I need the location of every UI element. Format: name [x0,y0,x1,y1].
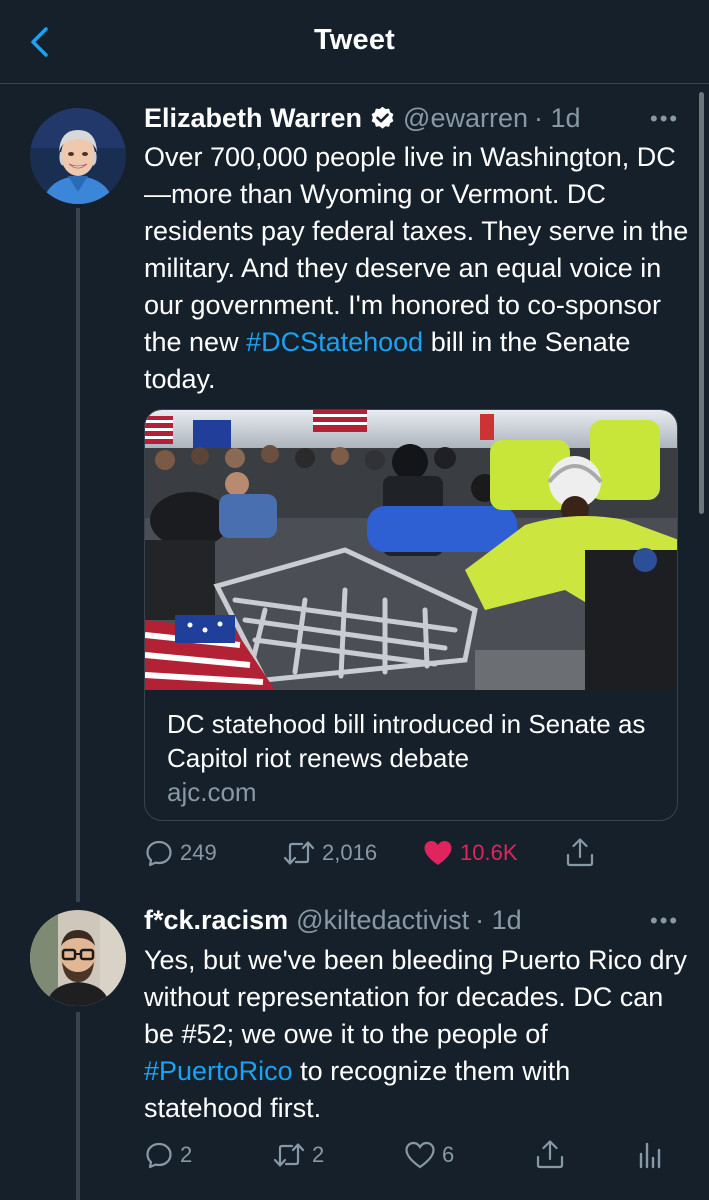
tweet-text-part: Yes, but we've been bleeding Puerto Rico… [144,945,688,1049]
thread-line [76,1012,80,1200]
thread-line [76,208,80,902]
tweet-text: Yes, but we've been bleeding Puerto Rico… [144,942,689,1127]
hashtag-link[interactable]: #DCStatehood [246,327,423,357]
share-icon [536,1140,564,1169]
retweet-count: 2 [312,1142,325,1167]
share-icon [566,838,594,867]
reply-button[interactable]: 2 [144,1140,192,1170]
hashtag-link[interactable]: #PuertoRico [144,1056,293,1086]
like-count: 10.6K [460,840,518,865]
reply-icon [146,840,172,867]
reply-icon [146,1142,172,1169]
like-button[interactable]: 6 [404,1140,454,1170]
card-domain: ajc.com [167,777,257,807]
more-button[interactable]: ••• [650,908,679,934]
more-button[interactable]: ••• [650,106,679,132]
author-name[interactable]: Elizabeth Warren [144,103,362,134]
analytics-icon [639,1142,661,1169]
author-handle[interactable]: @kiltedactivist [296,905,469,936]
tweet-time: · 1d [475,905,522,935]
retweet-count: 2,016 [322,840,378,865]
page-title: Tweet [313,24,396,56]
retweet-icon [283,841,315,865]
scrollbar[interactable] [699,92,704,514]
retweet-icon [273,1143,305,1167]
avatar[interactable] [30,108,126,204]
tweet-time: · 1d [534,103,581,133]
card-title: DC statehood bill introduced in Senate a… [167,709,646,773]
tweet-header: Elizabeth Warren @ewarren · 1d [144,103,581,134]
reply-button[interactable]: 249 [144,838,217,868]
share-button[interactable] [565,836,595,868]
more-icon: ••• [650,908,680,933]
heart-icon [424,841,452,865]
tweet-header: f*ck.racism @kiltedactivist · 1d [144,905,522,936]
card-image [145,410,677,690]
top-bar: Tweet [0,0,709,84]
verified-badge-icon [371,106,394,129]
author-handle[interactable]: @ewarren [403,103,528,134]
retweet-button[interactable]: 2,016 [282,838,377,868]
avatar[interactable] [30,910,126,1006]
retweet-button[interactable]: 2 [272,1140,324,1170]
reply-count: 2 [180,1142,193,1167]
author-name[interactable]: f*ck.racism [144,905,288,936]
like-count: 6 [442,1142,455,1167]
like-button[interactable]: 10.6K [422,838,518,868]
tweet-text: Over 700,000 people live in Washington, … [144,139,689,398]
share-button[interactable] [535,1138,565,1170]
link-card[interactable]: DC statehood bill introduced in Senate a… [144,409,678,821]
more-icon: ••• [650,106,680,131]
heart-icon [405,1141,435,1169]
tweet-text-part: Over 700,000 people live in Washington, … [144,142,689,357]
reply-count: 249 [180,840,217,865]
analytics-button[interactable] [637,1140,663,1170]
